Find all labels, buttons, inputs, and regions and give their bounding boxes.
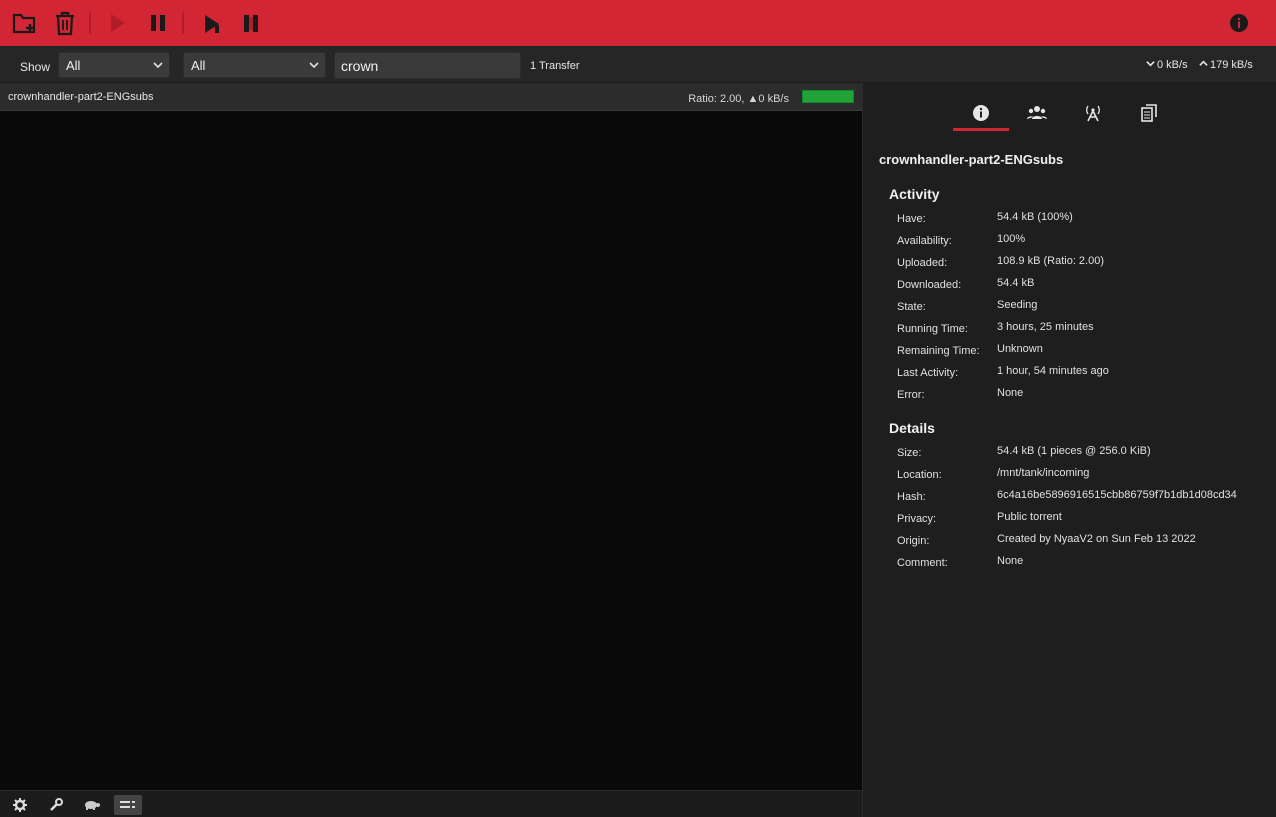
field-value: None <box>997 555 1024 567</box>
info-icon[interactable] <box>1224 8 1254 38</box>
field-label: Origin: <box>897 535 930 547</box>
chevron-down-icon <box>1146 59 1155 71</box>
field-value: /mnt/tank/incoming <box>997 467 1090 479</box>
torrent-progress-fill <box>803 91 853 102</box>
trackers-tab[interactable] <box>1065 97 1121 131</box>
download-speed: 0 kB/s <box>1146 59 1188 71</box>
field-value: 1 hour, 54 minutes ago <box>997 365 1109 377</box>
field-label: Uploaded: <box>897 257 948 269</box>
info-tab[interactable] <box>953 97 1009 131</box>
chevron-down-icon <box>309 58 319 73</box>
compact-view-icon[interactable] <box>114 795 142 815</box>
details-heading: Details <box>889 420 935 436</box>
field-value: Public torrent <box>997 511 1062 523</box>
torrent-name: crownhandler-part2-ENGsubs <box>8 91 154 103</box>
torrent-list: crownhandler-part2-ENGsubs Ratio: 2.00, … <box>0 83 862 790</box>
field-label: Have: <box>897 213 926 225</box>
peers-tab[interactable] <box>1009 97 1065 131</box>
status-filter-value: All <box>66 58 81 73</box>
field-value: Seeding <box>997 299 1038 311</box>
status-filter-select[interactable]: All <box>58 52 170 78</box>
turtle-icon[interactable] <box>78 795 106 815</box>
field-value: None <box>997 387 1024 399</box>
transfer-count: 1 Transfer <box>530 60 580 72</box>
field-label: State: <box>897 301 926 313</box>
peers-icon <box>1027 106 1047 119</box>
wrench-icon[interactable] <box>42 795 70 815</box>
field-label: Privacy: <box>897 513 937 525</box>
field-label: Running Time: <box>897 323 968 335</box>
chevron-up-icon <box>1199 59 1208 71</box>
field-value: 3 hours, 25 minutes <box>997 321 1094 333</box>
field-label: Availability: <box>897 235 952 247</box>
field-label: Remaining Time: <box>897 345 980 357</box>
field-value: 6c4a16be5896916515cbb86759f7b1db1d08cd34 <box>997 489 1237 501</box>
field-label: Hash: <box>897 491 926 503</box>
pause-icon[interactable] <box>143 8 173 38</box>
field-label: Location: <box>897 469 942 481</box>
tracker-filter-select[interactable]: All <box>183 52 326 78</box>
info-icon <box>973 105 989 121</box>
toolbar-separator <box>182 12 184 34</box>
upload-speed-value: 179 kB/s <box>1210 59 1253 71</box>
start-icon[interactable] <box>102 8 132 38</box>
inspector-title: crownhandler-part2-ENGsubs <box>879 152 1064 167</box>
field-label: Last Activity: <box>897 367 959 379</box>
chevron-down-icon <box>153 58 163 73</box>
torrent-row[interactable]: crownhandler-part2-ENGsubs Ratio: 2.00, … <box>0 83 862 111</box>
search-input[interactable]: crown <box>334 52 521 79</box>
field-label: Error: <box>897 389 925 401</box>
main-toolbar <box>0 0 1276 46</box>
open-torrent-icon[interactable] <box>10 8 40 38</box>
field-value: 100% <box>997 233 1026 245</box>
inspector-panel: crownhandler-part2-ENGsubs Activity Have… <box>862 83 1276 817</box>
field-value: 108.9 kB (Ratio: 2.00) <box>997 255 1105 267</box>
search-value: crown <box>341 58 379 74</box>
pause-all-icon[interactable] <box>237 8 267 38</box>
upload-speed: 179 kB/s <box>1199 59 1253 71</box>
download-speed-value: 0 kB/s <box>1157 59 1188 71</box>
show-label: Show <box>20 60 51 74</box>
torrent-status: Ratio: 2.00, ▲0 kB/s <box>688 93 789 105</box>
tracker-filter-value: All <box>191 58 206 73</box>
start-all-icon[interactable] <box>196 8 226 38</box>
files-icon <box>1141 104 1157 122</box>
antenna-icon <box>1086 105 1100 122</box>
footer-bar <box>0 790 862 817</box>
field-label: Comment: <box>897 557 948 569</box>
field-value: Unknown <box>997 343 1043 355</box>
remove-torrent-icon[interactable] <box>50 8 80 38</box>
files-tab[interactable] <box>1121 97 1177 131</box>
torrent-progress-bar <box>802 90 854 103</box>
field-value: 54.4 kB (1 pieces @ 256.0 KiB) <box>997 445 1151 457</box>
field-label: Downloaded: <box>897 279 962 291</box>
settings-icon[interactable] <box>6 795 34 815</box>
field-value: 54.4 kB <box>997 277 1035 289</box>
filter-bar: Show All All crown 1 Transfer 0 kB/s 179… <box>0 46 1276 83</box>
toolbar-separator <box>89 12 91 34</box>
field-value: 54.4 kB (100%) <box>997 211 1073 223</box>
field-label: Size: <box>897 447 922 459</box>
field-value: Created by NyaaV2 on Sun Feb 13 2022 <box>997 533 1196 545</box>
activity-heading: Activity <box>889 186 940 202</box>
